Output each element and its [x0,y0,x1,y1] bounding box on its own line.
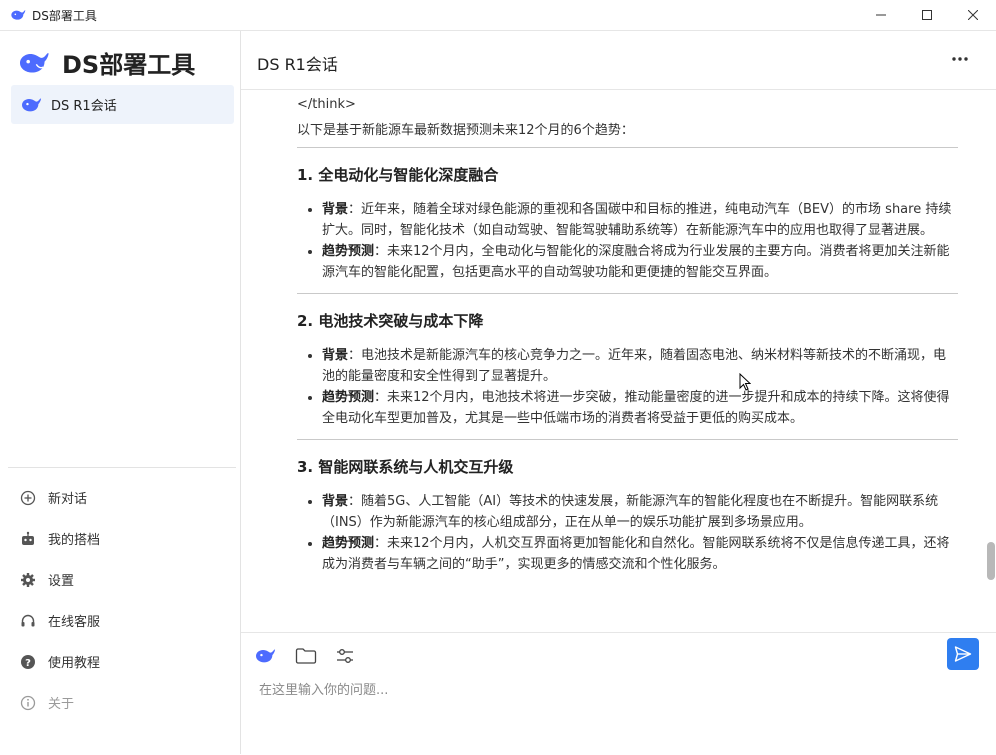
sidebar: DS部署工具 DS R1会话 新对话 我的搭档 设置 在线客服 ? 使用教程 关… [0,31,241,754]
close-button[interactable] [950,0,996,30]
window-title: DS部署工具 [32,8,97,23]
session-label: DS R1会话 [51,99,117,114]
mouse-cursor-icon [739,373,751,391]
whale-logo-icon [22,97,42,111]
attach-folder-button[interactable] [295,642,335,670]
session-item[interactable]: DS R1会话 [11,85,234,124]
send-button[interactable] [947,638,979,670]
section-title: 1. 全电动化与智能化深度融合 [297,166,499,184]
menu-item-support[interactable]: 在线客服 [0,600,240,641]
item-text: ：电池技术是新能源汽车的核心竞争力之一。近年来，随着固态电池、纳米材料等新技术的… [322,348,947,384]
item-label: 趋势预测 [322,390,375,405]
message-area[interactable]: </think> 以下是基于新能源车最新数据预测未来12个月的6个趋势： 1. … [241,89,996,631]
list-item: 背景：近年来，随着全球对绿色能源的重视和各国碳中和目标的推进，纯电动汽车（BEV… [322,199,958,241]
whale-logo-icon [256,649,276,663]
menu-item-label: 在线客服 [48,615,101,630]
item-text: ：未来12个月内，人机交互界面将更加智能化和自然化。智能网联系统将不仅是信息传递… [322,536,950,572]
more-horizontal-icon [952,57,968,61]
menu-item-about[interactable]: 关于 [0,682,240,723]
divider [297,439,958,440]
list-item: 趋势预测：未来12个月内，人机交互界面将更加智能化和自然化。智能网联系统将不仅是… [322,533,958,575]
whale-logo-icon [20,52,49,73]
headset-icon [21,614,35,626]
chat-header: DS R1会话 [241,31,996,90]
prompt-input[interactable] [257,677,961,703]
bullet-list: 背景：电池技术是新能源汽车的核心竞争力之一。近年来，随着固态电池、纳米材料等新技… [297,345,958,429]
bullet-list: 背景：随着5G、人工智能（AI）等技术的快速发展，新能源汽车的智能化程度也在不断… [297,491,958,575]
item-text: ：近年来，随着全球对绿色能源的重视和各国碳中和目标的推进，纯电动汽车（BEV）的… [322,202,952,238]
scrollbar-thumb[interactable] [987,542,995,580]
chat-title: DS R1会话 [257,55,338,74]
menu-item-tutorial[interactable]: ? 使用教程 [0,641,240,682]
menu-item-label: 我的搭档 [48,533,101,548]
menu-item-partners[interactable]: 我的搭档 [0,518,240,559]
scrollbar[interactable] [986,89,996,631]
maximize-button[interactable] [904,0,950,30]
item-text: ：随着5G、人工智能（AI）等技术的快速发展，新能源汽车的智能化程度也在不断提升… [322,494,939,530]
brand: DS部署工具 [18,45,195,80]
menu-item-label: 设置 [48,574,75,589]
item-label: 趋势预测 [322,244,375,259]
think-close-tag: </think> [297,97,356,112]
menu-item-settings[interactable]: 设置 [0,559,240,600]
sliders-icon [337,649,353,663]
title-bar: DS部署工具 [0,0,996,31]
sidebar-divider [8,467,236,468]
more-options-button[interactable] [952,49,968,73]
composer [241,632,996,755]
item-label: 背景 [322,494,349,509]
bullet-list: 背景：近年来，随着全球对绿色能源的重视和各国碳中和目标的推进，纯电动汽车（BEV… [297,199,958,283]
menu-item-new-chat[interactable]: 新对话 [0,477,240,518]
section-title: 3. 智能网联系统与人机交互升级 [297,458,514,476]
item-text: ：未来12个月内，电池技术将进一步突破，推动能量密度的进一步提升和成本的持续下降… [322,390,950,426]
brand-title: DS部署工具 [62,51,196,79]
item-label: 趋势预测 [322,536,375,551]
help-circle-icon: ? [21,654,35,669]
sidebar-menu: 新对话 我的搭档 设置 在线客服 ? 使用教程 关于 [0,477,240,723]
section-title: 2. 电池技术突破与成本下降 [297,312,484,330]
item-label: 背景 [322,202,349,217]
intro-text: 以下是基于新能源车最新数据预测未来12个月的6个趋势： [297,123,634,138]
item-text: ：未来12个月内，全电动化与智能化的深度融合将成为行业发展的主要方向。消费者将更… [322,244,950,280]
list-item: 趋势预测：未来12个月内，全电动化与智能化的深度融合将成为行业发展的主要方向。消… [322,241,958,283]
maximize-icon [922,10,932,20]
menu-item-label: 使用教程 [48,656,101,671]
composer-toolbar [255,642,375,670]
divider [297,147,958,148]
robot-icon [22,531,34,545]
menu-item-label: 新对话 [48,492,88,507]
info-circle-icon [20,695,36,710]
send-icon [954,646,972,662]
whale-logo-icon [11,10,26,20]
divider [297,293,958,294]
close-icon [968,10,978,20]
list-item: 趋势预测：未来12个月内，电池技术将进一步突破，推动能量密度的进一步提升和成本的… [322,387,958,429]
item-label: 背景 [322,348,349,363]
parameters-button[interactable] [335,642,375,670]
plus-circle-icon [20,490,36,505]
minimize-icon [876,14,886,16]
model-select-button[interactable] [255,642,295,670]
menu-item-label: 关于 [48,697,75,712]
list-item: 背景：电池技术是新能源汽车的核心竞争力之一。近年来，随着固态电池、纳米材料等新技… [322,345,958,387]
gear-icon [21,572,35,587]
list-item: 背景：随着5G、人工智能（AI）等技术的快速发展，新能源汽车的智能化程度也在不断… [322,491,958,533]
minimize-button[interactable] [858,0,904,30]
assistant-message: </think> 以下是基于新能源车最新数据预测未来12个月的6个趋势： 1. … [297,94,958,585]
folder-icon [295,648,317,664]
svg-text:?: ? [25,658,31,669]
